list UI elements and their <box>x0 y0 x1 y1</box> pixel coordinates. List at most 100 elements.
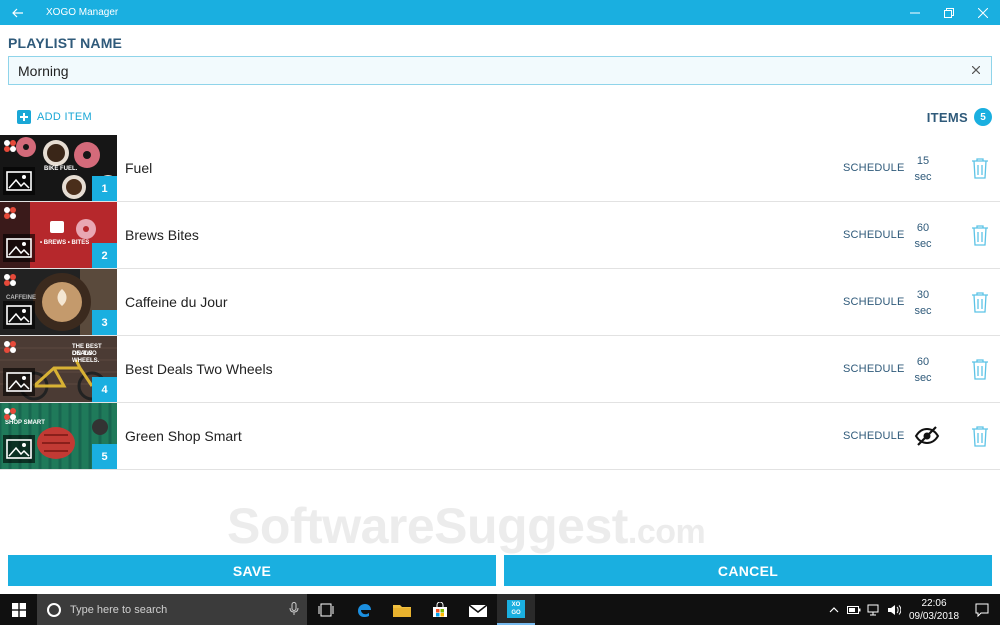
plus-box-icon <box>17 110 31 124</box>
item-duration[interactable]: 60 sec <box>908 220 938 252</box>
playlist-name-input[interactable] <box>9 57 991 84</box>
store-button[interactable] <box>421 594 459 625</box>
duration-unit: sec <box>914 372 932 384</box>
trash-icon[interactable] <box>971 358 989 380</box>
item-number: 3 <box>92 310 117 335</box>
xogo-logo-icon <box>4 207 16 219</box>
item-duration[interactable]: 15 sec <box>908 153 938 185</box>
trash-icon[interactable] <box>971 425 989 447</box>
item-name: Fuel <box>125 160 153 176</box>
list-item[interactable]: BIKE FUEL. 1 Fuel SCHEDULE 15 sec <box>0 135 1000 202</box>
volume-button[interactable] <box>884 594 904 625</box>
watermark-main: SoftwareSuggest <box>227 498 628 554</box>
list-item[interactable]: • BREWS • BITES 2 Brews Bites SCHEDULE 6… <box>0 202 1000 269</box>
restore-icon <box>944 7 954 18</box>
thumbnail-caption: ON TWO WHEELS. <box>72 351 100 364</box>
playlist-items-list: BIKE FUEL. 1 Fuel SCHEDULE 15 sec • BREW… <box>0 135 1000 470</box>
clock-time: 22:06 <box>921 597 947 609</box>
schedule-button[interactable]: SCHEDULE <box>843 296 905 308</box>
back-button[interactable] <box>0 0 36 25</box>
duration-unit: sec <box>914 305 932 317</box>
clear-icon <box>972 66 980 74</box>
task-view-icon <box>318 603 334 616</box>
duration-value: 30 <box>916 289 930 301</box>
trash-icon[interactable] <box>971 291 989 313</box>
task-view-button[interactable] <box>307 594 345 625</box>
action-center-button[interactable] <box>964 594 1000 625</box>
playlist-name-label: PLAYLIST NAME <box>8 35 123 51</box>
list-item[interactable]: THE BEST DEALS ON TWO WHEELS. 4 Best Dea… <box>0 336 1000 403</box>
edge-button[interactable] <box>345 594 383 625</box>
title-bar: XOGO Manager <box>0 0 1000 25</box>
window-controls <box>898 0 1000 25</box>
add-item-label: ADD ITEM <box>37 111 92 123</box>
taskbar-clock[interactable]: 22:06 09/03/2018 <box>904 597 964 623</box>
xogo-logo-icon <box>4 408 16 420</box>
restore-button[interactable] <box>932 0 966 25</box>
network-button[interactable] <box>864 594 884 625</box>
minimize-button[interactable] <box>898 0 932 25</box>
list-item[interactable]: SHOP SMART 5 Green Shop Smart SCHEDULE <box>0 403 1000 470</box>
items-count: ITEMS 5 <box>927 108 992 126</box>
folder-icon <box>393 604 411 617</box>
duration-unit: sec <box>914 238 932 250</box>
item-duration[interactable]: 60 sec <box>908 354 938 386</box>
item-thumbnail: THE BEST DEALS ON TWO WHEELS. 4 <box>0 336 117 402</box>
back-arrow-icon <box>12 8 23 17</box>
system-tray: 22:06 09/03/2018 <box>824 594 1000 625</box>
item-name: Green Shop Smart <box>125 428 242 444</box>
image-type-icon <box>3 234 35 262</box>
cancel-button[interactable]: CANCEL <box>504 555 992 586</box>
edge-icon <box>358 603 371 617</box>
save-button[interactable]: SAVE <box>8 555 496 586</box>
network-icon <box>867 604 879 615</box>
mail-icon <box>469 603 487 617</box>
trash-icon[interactable] <box>971 224 989 246</box>
file-explorer-button[interactable] <box>383 594 421 625</box>
xogo-taskbar-button[interactable]: XO GO <box>497 594 535 625</box>
minimize-icon <box>910 12 920 13</box>
taskbar-search[interactable]: Type here to search <box>37 594 307 625</box>
item-thumbnail: • BREWS • BITES 2 <box>0 202 117 268</box>
close-icon <box>978 7 988 18</box>
schedule-button[interactable]: SCHEDULE <box>843 162 905 174</box>
close-button[interactable] <box>966 0 1000 25</box>
schedule-button[interactable]: SCHEDULE <box>843 229 905 241</box>
duration-value: 15 <box>916 155 930 167</box>
cortana-icon <box>47 602 61 617</box>
watermark: SoftwareSuggest.com <box>227 497 706 555</box>
trash-icon[interactable] <box>971 157 989 179</box>
item-number: 5 <box>92 444 117 469</box>
items-count-badge: 5 <box>974 108 992 126</box>
add-item-button[interactable]: ADD ITEM <box>17 110 92 124</box>
image-type-icon <box>3 167 35 195</box>
schedule-button[interactable]: SCHEDULE <box>843 430 905 442</box>
mail-button[interactable] <box>459 594 497 625</box>
eye-off-icon[interactable] <box>914 425 940 447</box>
item-name: Best Deals Two Wheels <box>125 361 273 377</box>
item-thumbnail: SHOP SMART 5 <box>0 403 117 469</box>
microphone-icon[interactable] <box>289 602 299 616</box>
chevron-up-icon <box>829 606 839 612</box>
app-window: XOGO Manager PLAYLIST NAME ADD ITEM ITEM… <box>0 0 1000 625</box>
watermark-suffix: .com <box>627 513 706 551</box>
item-duration[interactable]: 30 sec <box>908 287 938 319</box>
item-thumbnail: BIKE FUEL. 1 <box>0 135 117 201</box>
windows-taskbar: Type here to search XO GO 22:06 09/03/20… <box>0 594 1000 625</box>
start-button[interactable] <box>0 594 37 625</box>
item-name: Brews Bites <box>125 227 199 243</box>
thumbnail-caption: BIKE FUEL. <box>44 166 78 172</box>
clear-input-button[interactable] <box>969 63 983 77</box>
duration-value: 60 <box>916 222 930 234</box>
xogo-logo-icon <box>4 140 16 152</box>
item-thumbnail: CAFFEINE 3 <box>0 269 117 335</box>
battery-button[interactable] <box>844 594 864 625</box>
show-hidden-icons-button[interactable] <box>824 594 844 625</box>
list-item[interactable]: CAFFEINE 3 Caffeine du Jour SCHEDULE 30 … <box>0 269 1000 336</box>
window-title: XOGO Manager <box>46 7 119 18</box>
speaker-icon <box>888 604 901 615</box>
schedule-button[interactable]: SCHEDULE <box>843 363 905 375</box>
xogo-logo-icon <box>4 274 16 286</box>
playlist-name-field <box>8 56 992 85</box>
store-bag-icon <box>433 601 447 617</box>
